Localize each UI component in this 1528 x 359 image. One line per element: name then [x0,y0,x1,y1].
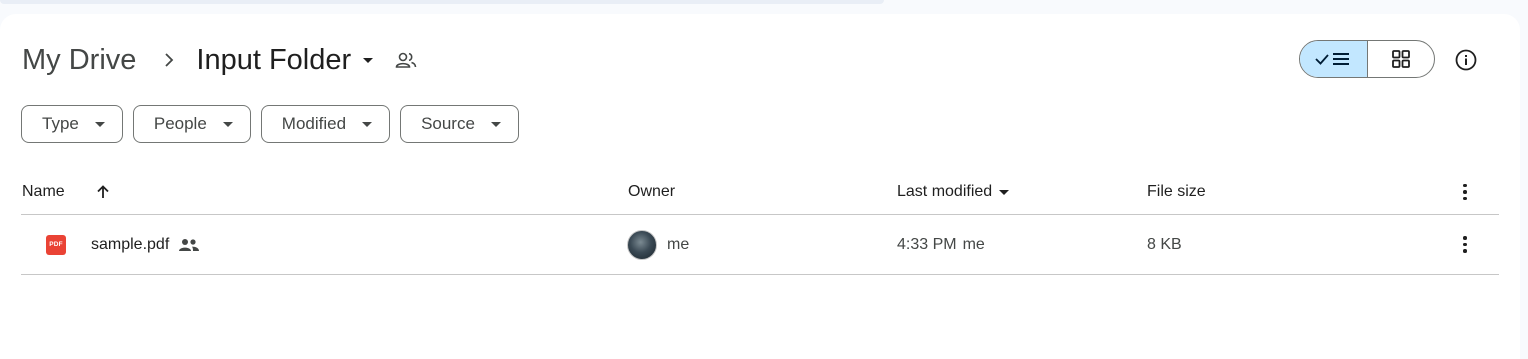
column-last-modified-label: Last modified [897,183,993,200]
chevron-right-icon [164,52,174,68]
main-panel: My Drive Input Folder Type People Modifi… [0,14,1520,359]
column-name-label: Name [22,183,65,200]
list-view-button[interactable] [1300,41,1368,77]
caret-down-icon [999,189,1010,195]
grid-view-button[interactable] [1368,41,1435,77]
table-row[interactable]: PDF sample.pdf me 4:33 PM me 8 KB [21,215,1499,275]
column-owner-label: Owner [628,183,676,200]
breadcrumb-current-folder[interactable]: Input Folder [196,43,374,77]
modified-time: 4:33 PM [897,235,957,253]
arrow-up-icon[interactable] [95,184,111,200]
caret-down-icon [222,121,233,127]
filter-label: Source [421,114,475,133]
file-name: sample.pdf [91,235,170,253]
caret-down-icon [490,121,501,127]
grid-view-icon [1391,50,1410,68]
file-name-cell[interactable]: sample.pdf [91,215,200,274]
column-name[interactable]: Name [22,170,111,214]
avatar [627,229,657,260]
list-view-icon [1315,53,1350,65]
filter-label: Modified [281,114,347,133]
table-header: Name Owner Last modified File size [21,170,1499,215]
owner-name: me [667,235,690,253]
breadcrumb: My Drive Input Folder [22,40,417,80]
column-last-modified[interactable]: Last modified [897,170,1010,214]
filter-label: Type [42,114,79,133]
shared-folder-icon[interactable] [395,51,417,69]
more-vert-icon [1463,236,1467,253]
people-icon [179,238,200,251]
info-icon[interactable] [1453,47,1479,73]
view-toggle [1299,40,1435,78]
size-cell: 8 KB [1147,215,1182,274]
column-owner[interactable]: Owner [628,170,675,214]
column-options[interactable] [1463,170,1467,214]
column-file-size-label: File size [1147,183,1206,200]
pdf-file-icon: PDF [46,234,66,255]
file-size: 8 KB [1147,235,1182,253]
caret-down-icon [362,121,373,127]
caret-down-icon [94,121,105,127]
filter-source[interactable]: Source [400,105,519,143]
search-bar-edge[interactable] [0,0,884,4]
owner-cell: me [627,215,689,274]
caret-down-icon [363,57,374,63]
modified-by: me [962,235,985,253]
row-options-button[interactable] [1463,215,1467,274]
more-vert-icon [1463,183,1467,201]
filter-chips: Type People Modified Source [21,105,519,143]
filter-people[interactable]: People [132,105,251,143]
filter-type[interactable]: Type [21,105,123,143]
folder-title: Input Folder [196,43,352,76]
file-type-cell: PDF [46,215,66,274]
filter-label: People [153,114,207,133]
modified-cell: 4:33 PM me [897,215,985,274]
breadcrumb-my-drive[interactable]: My Drive [22,44,136,77]
column-file-size[interactable]: File size [1147,170,1206,214]
filter-modified[interactable]: Modified [260,105,391,143]
